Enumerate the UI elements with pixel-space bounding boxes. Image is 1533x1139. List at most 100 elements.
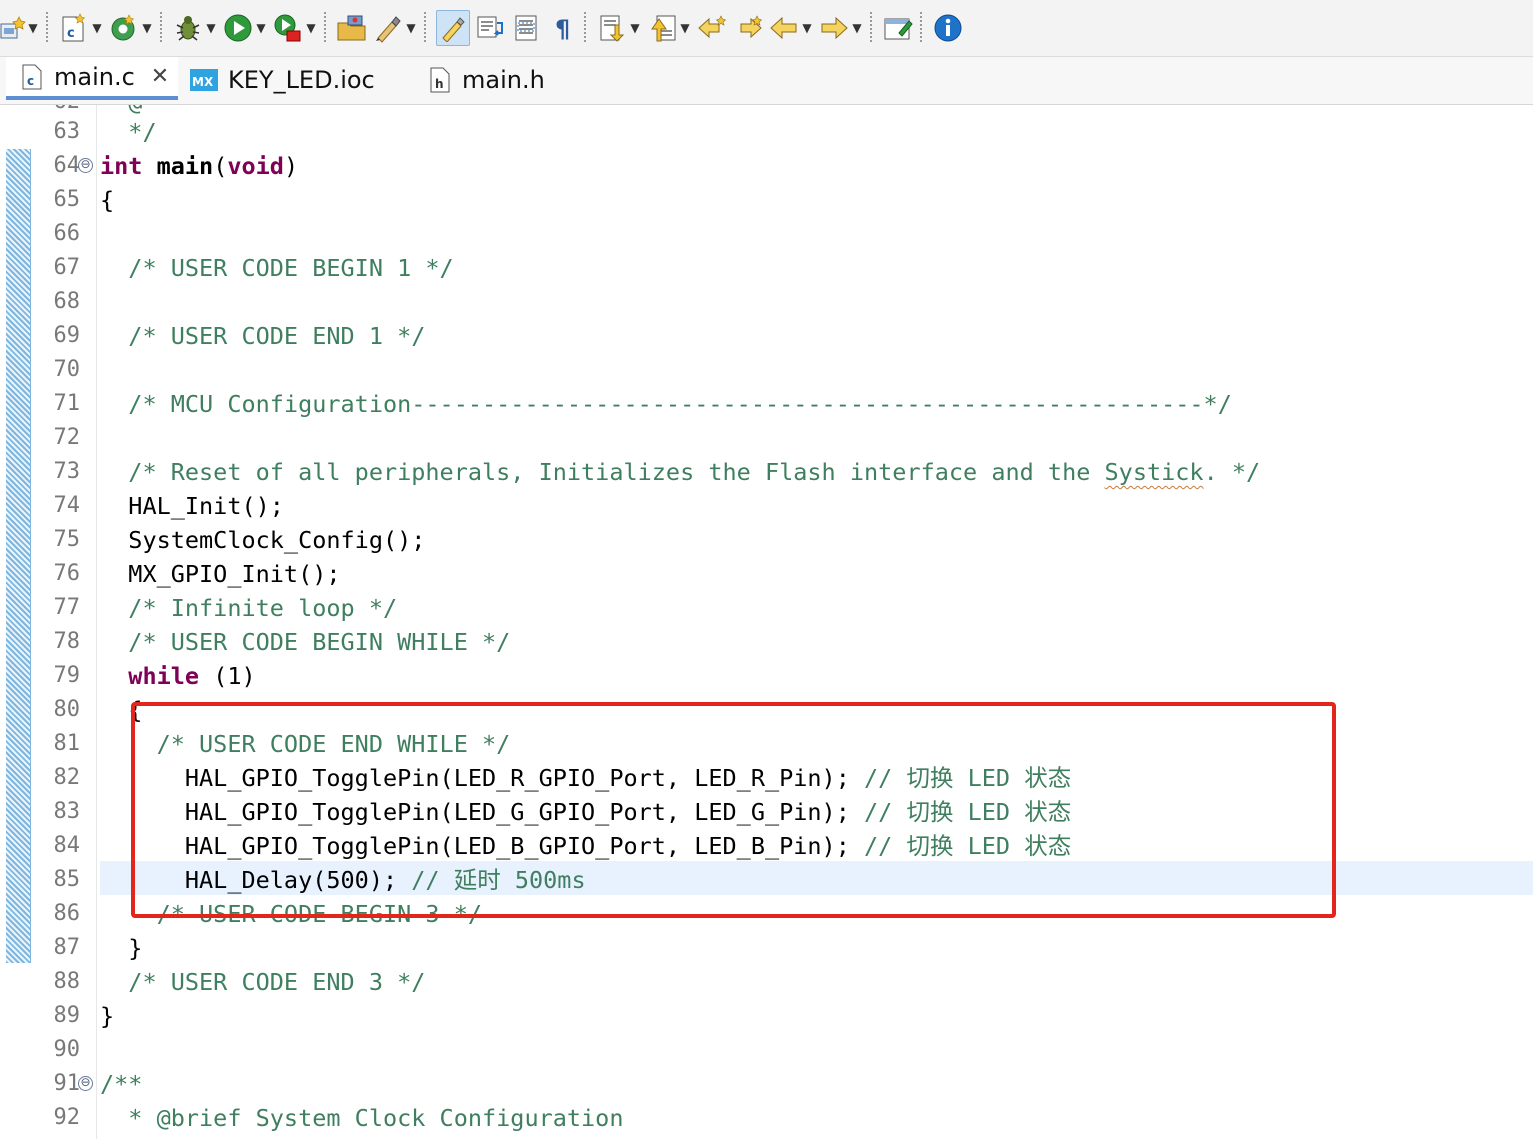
tab-label: KEY_LED.ioc <box>228 66 375 94</box>
line-text: while (1) <box>100 659 255 693</box>
svg-text:c: c <box>67 26 75 41</box>
line-number: 74 <box>53 493 81 518</box>
keyword: void <box>227 152 284 180</box>
code-editor[interactable]: 62 @ 63 */ 64 ⊖ int main(void) 65 { 66 6… <box>0 105 1533 1139</box>
forward-icon[interactable] <box>818 11 850 45</box>
line-text: int main(void) <box>100 149 298 183</box>
back-dropdown[interactable]: ▼ <box>800 11 814 45</box>
code-line: 65 { <box>0 183 1533 217</box>
pilcrow-icon[interactable]: ¶ <box>546 11 578 45</box>
comment-text: . */ <box>1203 458 1261 486</box>
tab-main-c[interactable]: c main.c ✕ <box>6 57 178 100</box>
word-wrap-icon[interactable] <box>474 11 506 45</box>
toolbar-separator <box>584 12 586 44</box>
line-text: /** <box>100 1070 143 1098</box>
line-number: 76 <box>53 561 81 586</box>
debug-icon[interactable] <box>172 11 204 45</box>
code-line: 67 /* USER CODE BEGIN 1 */ <box>0 251 1533 285</box>
new-c-file-icon[interactable]: c <box>58 11 90 45</box>
open-folder-icon[interactable] <box>336 11 368 45</box>
next-annotation-icon[interactable] <box>596 11 628 45</box>
punct: ( <box>213 152 228 180</box>
new-c-file-dropdown[interactable]: ▼ <box>90 11 104 45</box>
toolbar-separator <box>424 12 426 44</box>
line-number: 92 <box>53 1105 81 1130</box>
prev-annotation-icon[interactable] <box>646 11 678 45</box>
c-file-icon: c <box>20 63 44 91</box>
new-wizard-dropdown[interactable]: ▼ <box>26 11 40 45</box>
run-icon[interactable] <box>222 11 254 45</box>
line-number: 78 <box>53 629 81 654</box>
highlight-icon[interactable] <box>436 10 470 46</box>
line-number: 86 <box>53 901 81 926</box>
line-number: 87 <box>53 935 81 960</box>
next-annotation-dropdown[interactable]: ▼ <box>628 11 642 45</box>
line-text: /* USER CODE BEGIN 1 */ <box>100 254 454 282</box>
code-line: 68 <box>0 285 1533 319</box>
line-text: { <box>100 186 115 214</box>
comment-text: /* Reset of all peripherals, Initializes… <box>100 458 1105 486</box>
svg-text:h: h <box>435 77 444 91</box>
close-icon[interactable]: ✕ <box>151 64 169 89</box>
code-line: 78 /* USER CODE BEGIN WHILE */ <box>0 625 1533 659</box>
line-text: /* USER CODE BEGIN WHILE */ <box>100 628 511 656</box>
mx-ioc-icon: MX <box>190 66 218 94</box>
external-tools-icon[interactable] <box>272 11 304 45</box>
line-text: /* Infinite loop */ <box>100 594 398 622</box>
fold-toggle-icon[interactable]: ⊖ <box>78 1076 93 1091</box>
line-text: * @brief System Clock Configuration <box>100 1104 624 1132</box>
open-perspective-icon[interactable] <box>882 11 914 45</box>
toggle-mark-icon[interactable] <box>372 11 404 45</box>
line-number: 68 <box>53 289 81 314</box>
svg-text:c: c <box>27 74 34 88</box>
tab-label: main.h <box>462 66 545 94</box>
line-text: } <box>100 934 143 962</box>
line-text: } <box>100 1002 115 1030</box>
code-line: 89 } <box>0 999 1533 1033</box>
keyword: int <box>100 152 143 180</box>
forward-dropdown[interactable]: ▼ <box>850 11 864 45</box>
line-number: 80 <box>53 697 81 722</box>
code-line: 70 <box>0 353 1533 387</box>
line-number: 82 <box>53 765 81 790</box>
code-line: 77 /* Infinite loop */ <box>0 591 1533 625</box>
tab-main-h[interactable]: h main.h <box>428 57 588 103</box>
tab-label: main.c <box>54 62 135 91</box>
fold-toggle-icon[interactable]: ⊖ <box>78 158 93 173</box>
line-number: 90 <box>53 1037 81 1062</box>
line-number: 67 <box>53 255 81 280</box>
toolbar-separator <box>870 12 872 44</box>
line-number: 66 <box>53 221 81 246</box>
line-number: 83 <box>53 799 81 824</box>
last-edit-back-icon[interactable] <box>696 11 728 45</box>
external-tools-dropdown[interactable]: ▼ <box>304 11 318 45</box>
tab-key-led-ioc[interactable]: MX KEY_LED.ioc <box>190 57 410 103</box>
annotation-highlight-box <box>131 702 1336 918</box>
function-name: main <box>156 152 214 180</box>
main-toolbar: ▼ c ▼ ▼ ▼ ▼ ▼ ▼ ¶ ▼ ▼ ▼ ▼ <box>0 0 1533 57</box>
line-number: 71 <box>53 391 81 416</box>
line-number: 69 <box>53 323 81 348</box>
toolbar-group-nav: ▼ ▼ ▼ ▼ <box>592 0 964 56</box>
build-icon[interactable] <box>108 11 140 45</box>
svg-text:MX: MX <box>192 75 214 89</box>
line-number: 91 <box>53 1071 81 1096</box>
spelling-warning: Systick <box>1104 458 1204 486</box>
build-dropdown[interactable]: ▼ <box>140 11 154 45</box>
info-icon[interactable] <box>932 11 964 45</box>
line-number: 81 <box>53 731 81 756</box>
punct: ) <box>283 152 299 180</box>
toolbar-separator <box>160 12 162 44</box>
code-line: 91 ⊖ /** <box>0 1067 1533 1101</box>
prev-annotation-dropdown[interactable]: ▼ <box>678 11 692 45</box>
back-icon[interactable] <box>768 11 800 45</box>
keyword: while <box>128 662 200 690</box>
line-text: /* Reset of all peripherals, Initializes… <box>100 455 1260 489</box>
toggle-mark-dropdown[interactable]: ▼ <box>404 11 418 45</box>
new-wizard-icon[interactable] <box>0 11 26 45</box>
debug-dropdown[interactable]: ▼ <box>204 11 218 45</box>
block-select-icon[interactable] <box>510 11 542 45</box>
line-number: 85 <box>53 867 81 892</box>
run-dropdown[interactable]: ▼ <box>254 11 268 45</box>
last-edit-forward-icon[interactable] <box>732 11 764 45</box>
